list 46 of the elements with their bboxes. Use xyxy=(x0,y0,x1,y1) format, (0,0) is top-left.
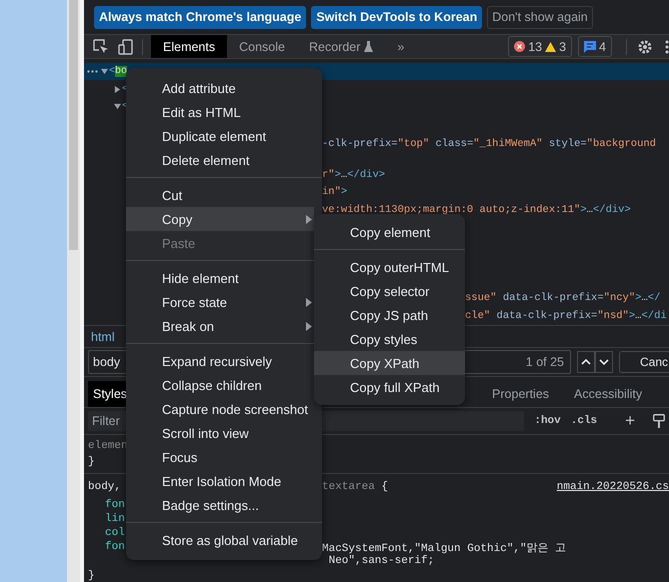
code-text: body, xyxy=(88,481,122,493)
code-text: lin xyxy=(105,513,125,525)
code-text: } xyxy=(88,570,95,582)
code-text: style= xyxy=(548,138,587,150)
match-count: 1 of 25 xyxy=(526,355,565,369)
code-text: "nsd" xyxy=(597,310,629,322)
code-text: </di xyxy=(641,310,667,322)
code-text: MacSystemFont,"Malgun Gothic","맑은 고 xyxy=(322,542,566,554)
code-text: > xyxy=(635,292,642,304)
code-text: > xyxy=(580,204,587,216)
code-text: class= xyxy=(434,138,474,150)
code-text: ssue" xyxy=(465,292,497,304)
code-text: Neo",sans-serif; xyxy=(328,555,434,567)
code-text: … xyxy=(635,310,642,322)
code-text: cle" xyxy=(465,310,490,322)
code-text: < xyxy=(109,66,116,77)
code-text: bo xyxy=(115,66,128,77)
code-text: </ xyxy=(648,292,660,304)
code-text: "ncy" xyxy=(604,292,636,304)
code-text: </div> xyxy=(592,204,631,216)
code-text: col xyxy=(105,527,125,539)
error-count: 13 xyxy=(528,40,542,54)
code-text: } xyxy=(88,456,95,468)
code-text: ve:width:1130px;margin:0 auto;z-index:11" xyxy=(322,204,580,216)
code-text: textarea xyxy=(322,481,375,493)
code-text: "background xyxy=(586,138,656,150)
code-text: > xyxy=(340,186,348,198)
code-text: fon xyxy=(105,541,125,553)
code-text: </div> xyxy=(347,168,386,180)
code-text: elemen xyxy=(88,440,128,452)
code-text: fon xyxy=(105,499,125,511)
warning-count: 3 xyxy=(559,40,566,54)
code-text: { xyxy=(380,481,388,493)
code-text: data-clk-prefix= xyxy=(496,310,598,322)
code-text: "top" xyxy=(398,138,430,150)
code-text: … xyxy=(586,204,593,216)
code-text: data-clk-prefix= xyxy=(502,292,604,304)
code-text: r" xyxy=(322,168,335,180)
code-text: in" xyxy=(322,186,341,198)
code-text: … xyxy=(340,168,348,180)
code-text: -clk-prefix= xyxy=(322,138,398,150)
message-count: 4 xyxy=(599,40,606,54)
code-text: > xyxy=(334,168,341,180)
code-text: > xyxy=(628,310,636,322)
code-text: … xyxy=(641,292,648,304)
code-text: "_1hiMWemA" xyxy=(473,138,543,150)
